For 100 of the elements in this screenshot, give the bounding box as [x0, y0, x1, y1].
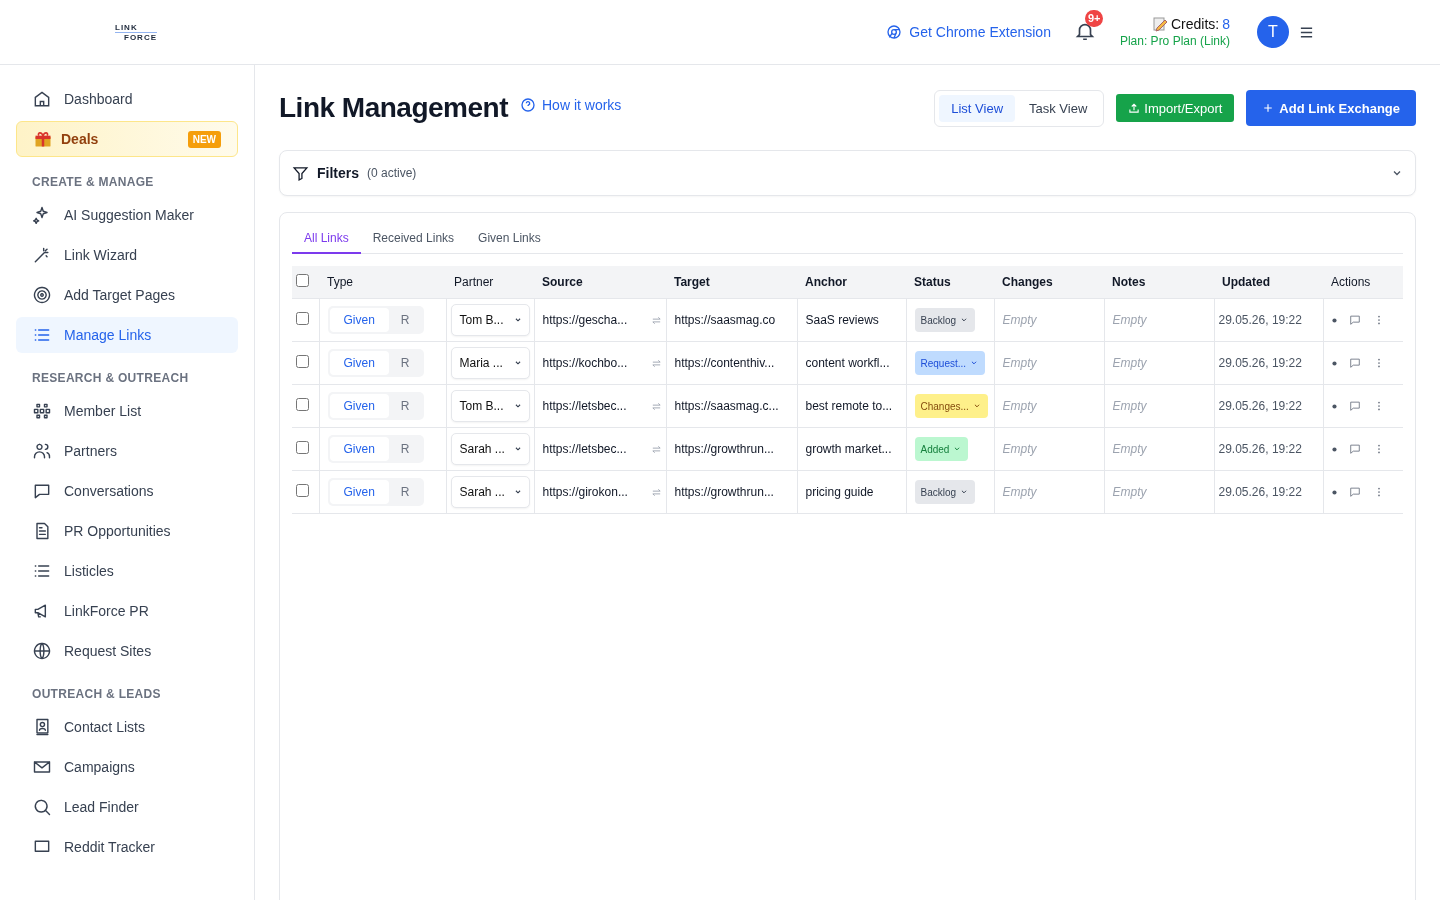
status-select[interactable]: Backlog	[914, 308, 976, 332]
status-select[interactable]: Added	[914, 437, 969, 461]
add-link-exchange-button[interactable]: Add Link Exchange	[1246, 90, 1416, 126]
row-checkbox[interactable]	[296, 441, 309, 454]
comment-icon[interactable]	[1348, 357, 1361, 369]
tab[interactable]: All Links	[292, 225, 361, 254]
column-header: Status	[906, 266, 994, 299]
sidebar-item[interactable]: Listicles	[16, 553, 238, 589]
sidebar-item[interactable]: Request Sites	[16, 633, 238, 669]
comment-icon[interactable]	[1348, 314, 1361, 326]
sidebar-item[interactable]: Contact Lists	[16, 709, 238, 745]
table-cell: growth market...	[805, 442, 892, 456]
swap-icon[interactable]	[650, 314, 662, 326]
sidebar-item[interactable]: LinkForce PR	[16, 593, 238, 629]
swap-icon[interactable]	[650, 400, 662, 412]
table-cell: https://contenthiv...	[674, 356, 775, 370]
table-cell: Empty	[1112, 399, 1147, 413]
type-option[interactable]: R	[388, 308, 422, 332]
credits-value: 8	[1222, 16, 1230, 32]
type-option[interactable]: Given	[329, 351, 389, 375]
status-select[interactable]: Changes...	[914, 394, 988, 418]
type-option[interactable]: Given	[329, 308, 389, 332]
type-option[interactable]: R	[388, 480, 422, 504]
view-tab[interactable]: List View	[939, 94, 1016, 122]
swap-icon[interactable]	[650, 443, 662, 455]
sidebar-item[interactable]: Conversations	[16, 473, 238, 509]
type-option[interactable]: R	[388, 351, 422, 375]
nav-icon	[32, 641, 52, 661]
sidebar-item[interactable]: Manage Links	[16, 317, 238, 353]
row-checkbox[interactable]	[296, 398, 309, 411]
table-cell: Empty	[1112, 485, 1147, 499]
swap-icon[interactable]	[650, 486, 662, 498]
filters-bar[interactable]: Filters (0 active)	[279, 150, 1416, 196]
row-checkbox[interactable]	[296, 484, 309, 497]
column-header: Partner	[446, 266, 534, 299]
how-it-works-link[interactable]: How it works	[520, 97, 622, 113]
swap-icon[interactable]	[650, 357, 662, 369]
avatar-button[interactable]: T	[1257, 16, 1289, 48]
status-select[interactable]: Request...	[914, 351, 986, 375]
partner-select[interactable]: Maria ...	[450, 347, 530, 379]
table-cell: 29.05.26, 19:22	[1218, 356, 1302, 370]
column-header: Source	[534, 266, 666, 299]
row-checkbox[interactable]	[296, 355, 309, 368]
comment-icon[interactable]	[1348, 400, 1361, 412]
nav-icon	[32, 285, 52, 305]
type-option[interactable]: Given	[329, 394, 389, 418]
sidebar-item[interactable]: Reddit Tracker	[16, 829, 238, 865]
partner-select[interactable]: Sarah ...	[450, 433, 530, 465]
dot-icon	[1331, 317, 1337, 323]
table-cell: https://letsbec...	[542, 399, 627, 413]
column-header: Anchor	[797, 266, 906, 299]
table-cell: https://saasmag.c...	[674, 399, 779, 413]
filters-count: (0 active)	[367, 166, 417, 180]
tab[interactable]: Given Links	[466, 225, 553, 254]
column-header: Updated	[1214, 266, 1323, 299]
partner-select[interactable]: Tom B...	[450, 304, 530, 336]
table-cell: 29.05.26, 19:22	[1218, 399, 1302, 413]
tab[interactable]: Received Links	[360, 225, 467, 254]
table-cell: best remote to...	[805, 399, 893, 413]
type-option[interactable]: Given	[329, 480, 389, 504]
sidebar-item[interactable]: Campaigns	[16, 749, 238, 785]
select-all-checkbox[interactable]	[296, 274, 309, 287]
table-cell: Empty	[1112, 442, 1147, 456]
table-cell: https://letsbec...	[542, 442, 627, 456]
nav-icon	[32, 245, 52, 265]
partner-select[interactable]: Tom B...	[450, 390, 530, 422]
sidebar-item[interactable]: Partners	[16, 433, 238, 469]
nav-icon	[32, 401, 52, 421]
table-cell: SaaS reviews	[805, 313, 879, 327]
sidebar-item[interactable]: Dashboard	[16, 81, 238, 117]
type-option[interactable]: R	[388, 394, 422, 418]
section-heading: CREATE & MANAGE	[31, 174, 155, 191]
sidebar-item[interactable]: PR Opportunities	[16, 513, 238, 549]
table-cell: https://girokon...	[542, 485, 628, 499]
table-cell: Empty	[1002, 485, 1037, 499]
comment-icon[interactable]	[1348, 443, 1361, 455]
logo[interactable]: LINK FORCE	[115, 22, 157, 42]
status-select[interactable]: Backlog	[914, 480, 976, 504]
row-checkbox[interactable]	[296, 312, 309, 325]
comment-icon[interactable]	[1348, 486, 1361, 498]
table-cell: Empty	[1002, 356, 1037, 370]
sidebar-item[interactable]: Member List	[16, 393, 238, 429]
sidebar-item[interactable]: Add Target Pages	[16, 277, 238, 313]
sidebar-item[interactable]: Lead Finder	[16, 789, 238, 825]
view-tab[interactable]: Task View	[1017, 94, 1100, 122]
partner-select[interactable]: Sarah ...	[450, 476, 530, 508]
sidebar-item[interactable]: AI Suggestion Maker	[16, 197, 238, 233]
deals-nav-item[interactable]: Deals NEW	[16, 121, 238, 157]
table-cell: https://saasmag.co	[674, 313, 776, 327]
column-header: Target	[666, 266, 797, 299]
column-header: Notes	[1104, 266, 1214, 299]
type-option[interactable]: R	[388, 437, 422, 461]
dot-icon	[1331, 403, 1337, 409]
dot-icon	[1331, 360, 1337, 366]
column-header: Changes	[994, 266, 1104, 299]
table-cell: https://growthrun...	[674, 442, 774, 456]
type-option[interactable]: Given	[329, 437, 389, 461]
chrome-extension-link[interactable]: Get Chrome Extension	[886, 24, 1051, 40]
plan-label: Plan: Pro Plan (Link)	[1119, 34, 1230, 48]
sidebar-item[interactable]: Link Wizard	[16, 237, 238, 273]
